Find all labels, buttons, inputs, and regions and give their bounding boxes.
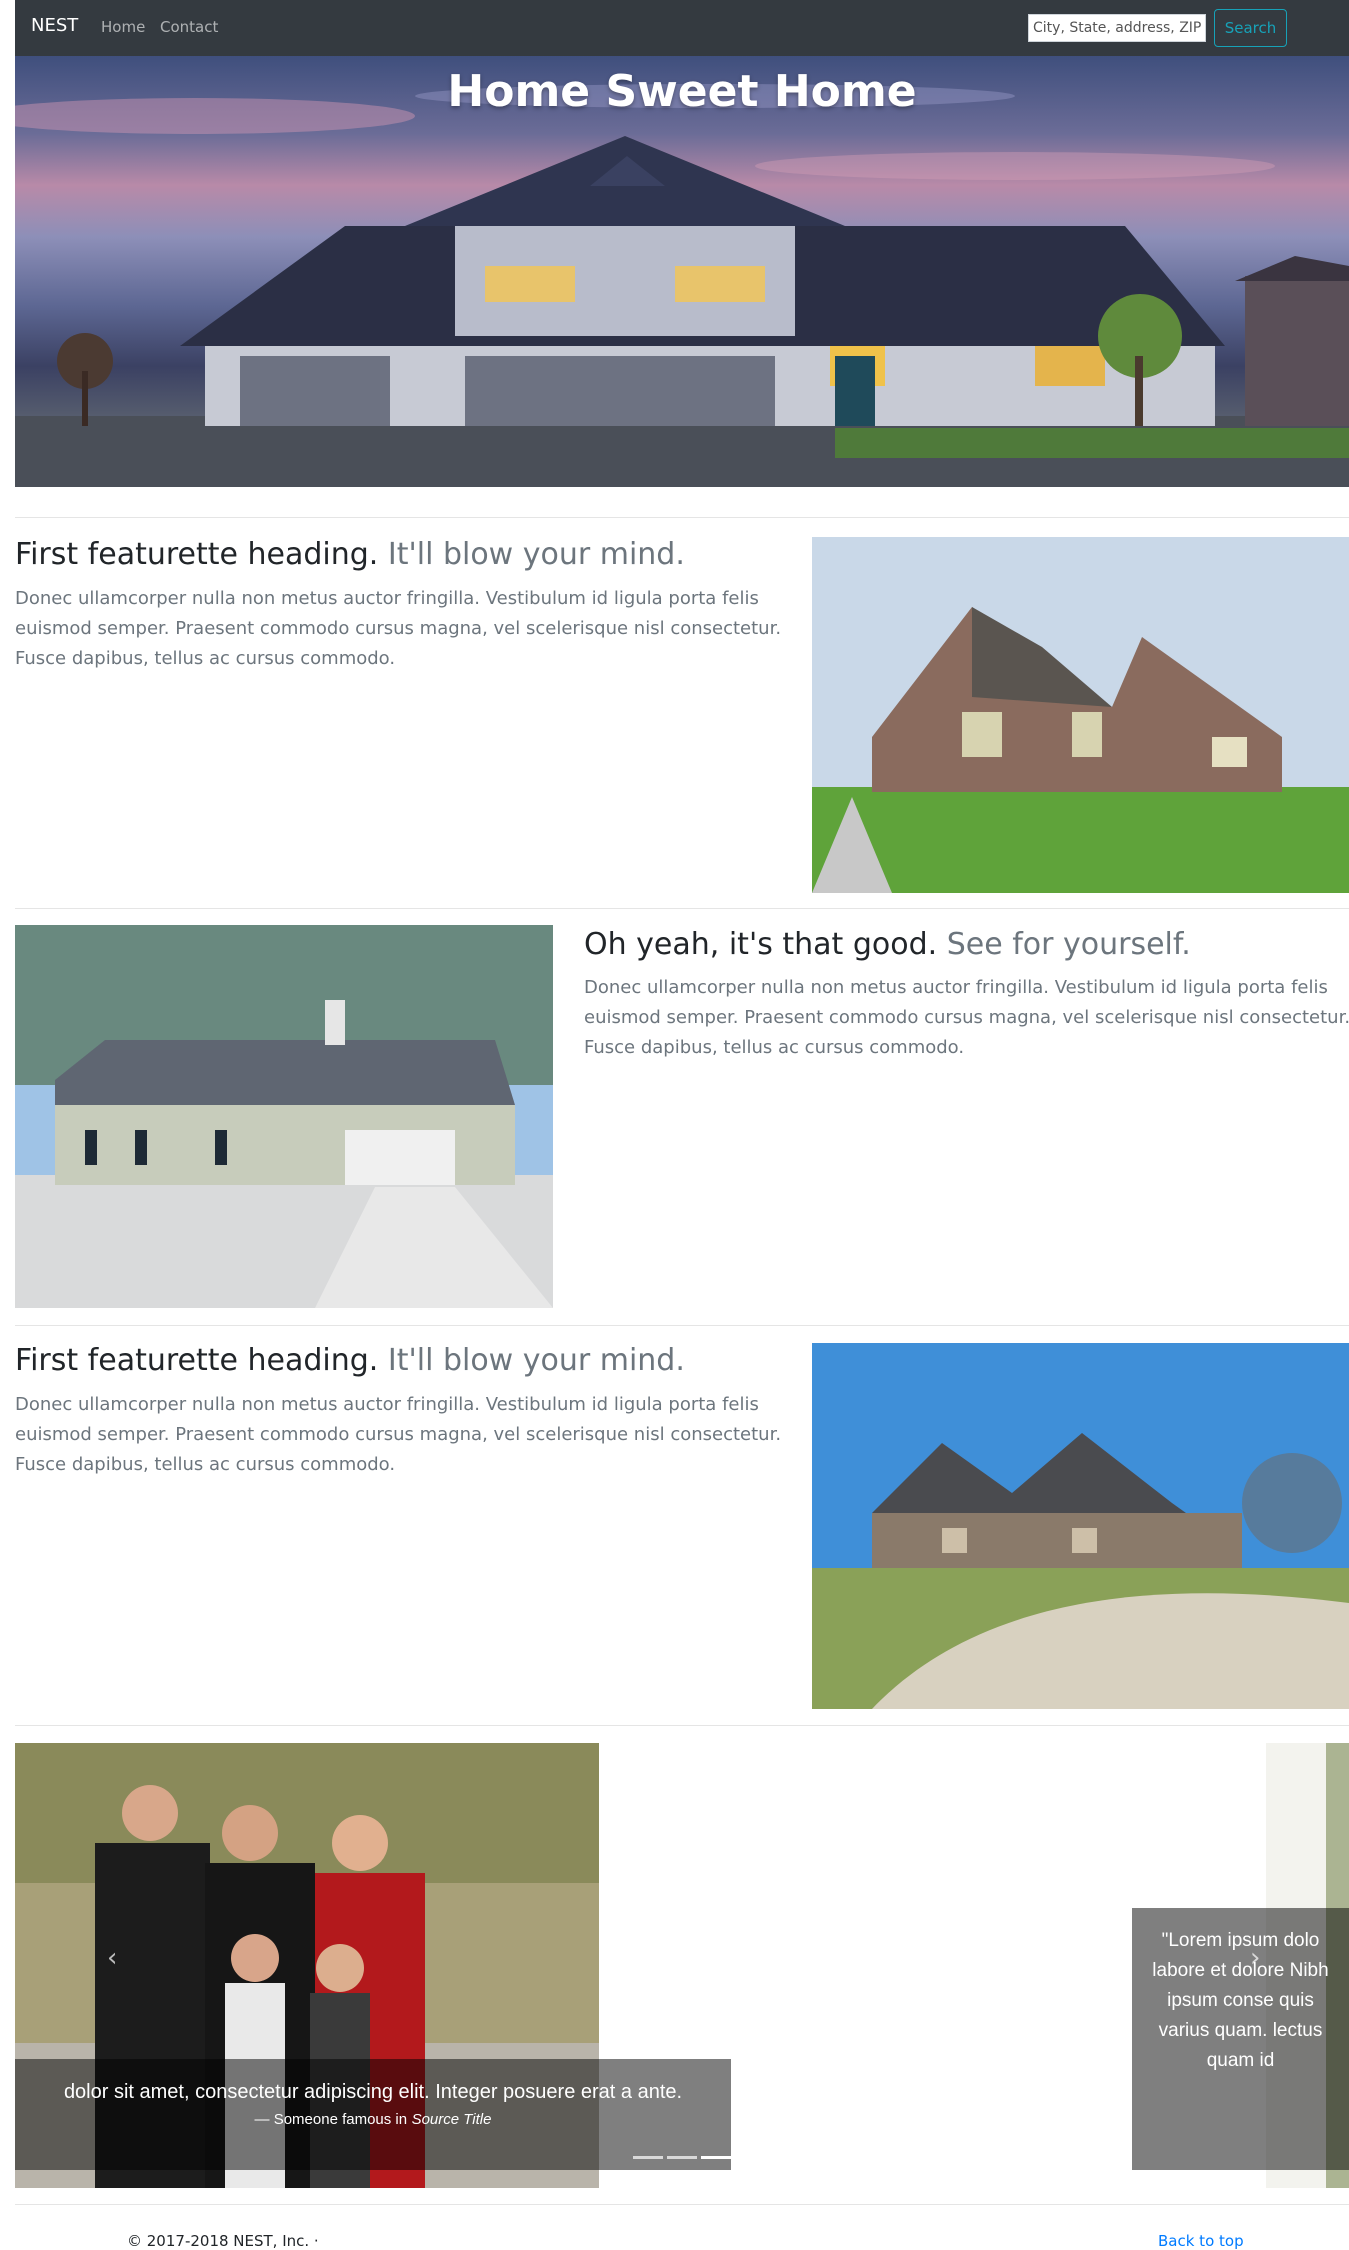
chevron-right-icon[interactable]: › <box>1250 1943 1260 1973</box>
carousel-indicator[interactable] <box>667 2156 697 2159</box>
featurette-heading-main: First featurette heading. <box>15 537 379 572</box>
nav-link-home[interactable]: Home <box>101 18 145 36</box>
featurette-heading-muted: See for yourself. <box>946 927 1191 962</box>
featurette-heading-muted: It'll blow your mind. <box>387 537 685 572</box>
hero-title: Home Sweet Home <box>447 66 917 117</box>
divider <box>15 2204 1349 2205</box>
featurette-image-brick-house <box>812 537 1349 893</box>
carousel-source-title: Source Title <box>411 2111 492 2128</box>
featurette-text: Donec ullamcorper nulla non metus auctor… <box>15 588 782 669</box>
back-to-top-link[interactable]: Back to top <box>1158 2232 1244 2250</box>
carousel-quote: "Lorem ipsum dolo labore et dolore Nibh … <box>1152 1930 1329 2071</box>
divider <box>15 1325 1349 1326</box>
featurette-image-ranch-house <box>15 925 553 1308</box>
carousel-quote: dolor sit amet, consectetur adipiscing e… <box>63 2081 683 2103</box>
search-input[interactable] <box>1028 14 1206 42</box>
hero-banner: Home Sweet Home <box>15 56 1349 487</box>
chevron-left-icon[interactable]: ‹ <box>107 1943 117 1973</box>
carousel-source-prefix: — Someone famous in <box>254 2111 408 2128</box>
carousel-caption: "Lorem ipsum dolo labore et dolore Nibh … <box>1132 1908 1349 2170</box>
carousel-indicator[interactable] <box>701 2156 731 2159</box>
featurette-image-stone-house <box>812 1343 1349 1709</box>
divider <box>15 517 1349 518</box>
footer-copyright: © 2017-2018 NEST, Inc. · <box>127 2232 319 2250</box>
featurette-heading: First featurette heading. It'll blow you… <box>15 537 685 573</box>
carousel-source: — Someone famous in Source Title <box>15 2111 731 2129</box>
brand-logo[interactable]: NEST <box>31 15 78 36</box>
navbar: NEST Home Contact Search <box>15 0 1349 56</box>
featurette-heading-main: First featurette heading. <box>15 1343 379 1378</box>
featurette-heading-muted: It'll blow your mind. <box>387 1343 685 1378</box>
carousel-indicator[interactable] <box>633 2156 663 2159</box>
search-button[interactable]: Search <box>1214 9 1287 47</box>
nav-link-contact[interactable]: Contact <box>160 18 218 36</box>
featurette-heading: First featurette heading. It'll blow you… <box>15 1343 685 1379</box>
divider <box>15 1725 1349 1726</box>
featurette-heading: Oh yeah, it's that good. See for yoursel… <box>584 927 1191 963</box>
featurette-heading-main: Oh yeah, it's that good. <box>584 927 938 962</box>
carousel-caption: dolor sit amet, consectetur adipiscing e… <box>15 2059 731 2170</box>
featurette-text: Donec ullamcorper nulla non metus auctor… <box>584 977 1349 1058</box>
featurette-text: Donec ullamcorper nulla non metus auctor… <box>15 1394 782 1475</box>
divider <box>15 908 1349 909</box>
testimonial-carousel[interactable]: dolor sit amet, consectetur adipiscing e… <box>15 1743 1349 2188</box>
page: NEST Home Contact Search <box>15 0 1349 2250</box>
hero-house-image <box>15 84 1349 487</box>
